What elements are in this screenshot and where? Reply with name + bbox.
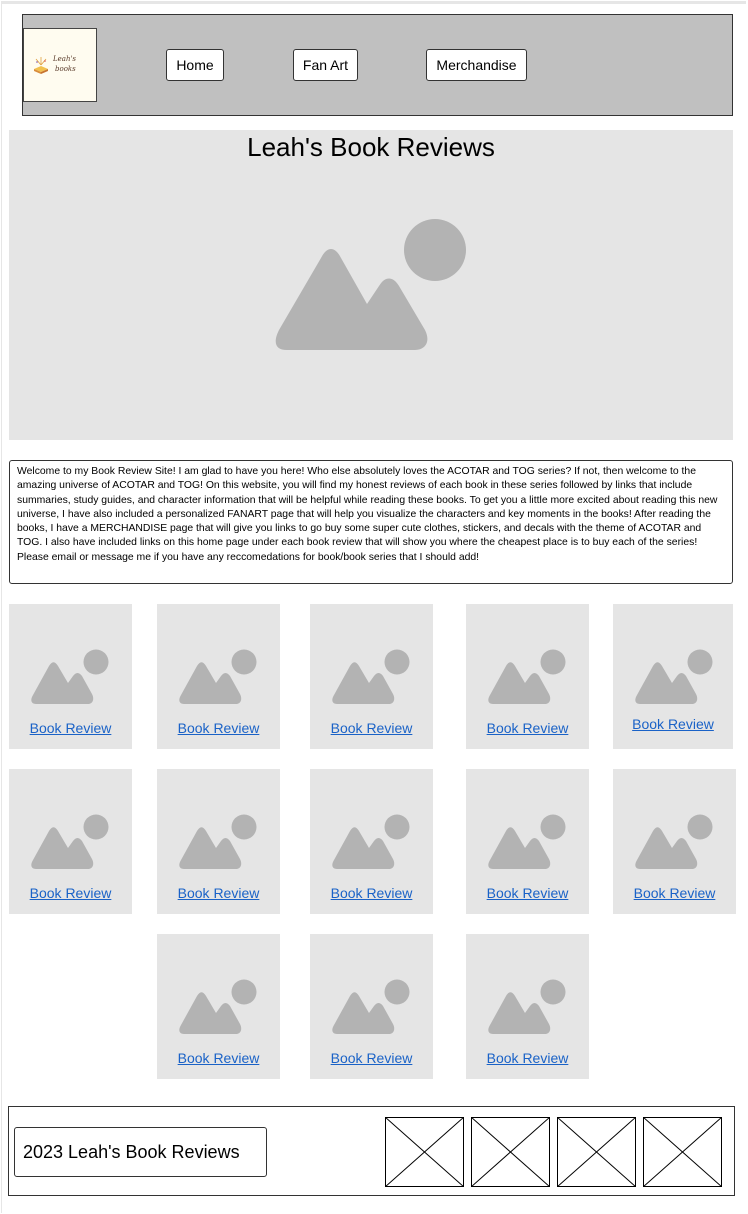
book-review-link[interactable]: Book Review xyxy=(157,885,280,901)
book-review-link[interactable]: Book Review xyxy=(310,720,433,736)
book-image-placeholder-icon xyxy=(488,814,566,869)
book-image-placeholder-icon xyxy=(488,649,566,704)
book-review-card: Book Review xyxy=(157,604,280,749)
book-review-card: Book Review xyxy=(310,604,433,749)
book-review-link[interactable]: Book Review xyxy=(613,885,736,901)
hero-image-placeholder-icon xyxy=(275,219,466,350)
book-image-placeholder-icon xyxy=(332,649,410,704)
book-image-placeholder-icon xyxy=(179,649,257,704)
book-image-placeholder-icon xyxy=(179,979,257,1034)
book-review-link[interactable]: Book Review xyxy=(613,716,733,732)
book-image-placeholder-icon xyxy=(635,814,713,869)
footer-social-icon-4[interactable] xyxy=(643,1117,722,1187)
book-image-placeholder-icon xyxy=(179,814,257,869)
book-review-card: Book Review xyxy=(466,934,589,1079)
logo-text-line1: Leah's xyxy=(52,55,76,63)
book-image-placeholder-icon xyxy=(332,979,410,1034)
book-review-card: Book Review xyxy=(157,934,280,1079)
book-review-card: Book Review xyxy=(310,769,433,914)
footer-social-icon-1[interactable] xyxy=(385,1117,464,1187)
book-review-card: Book Review xyxy=(613,604,733,749)
welcome-text-box: Welcome to my Book Review Site! I am gla… xyxy=(9,460,733,584)
book-review-link[interactable]: Book Review xyxy=(9,720,132,736)
site-header: Leah's books Home Fan Art Merchandise xyxy=(22,14,733,116)
page-title: Leah's Book Reviews xyxy=(247,132,495,162)
logo-text-line2: books xyxy=(55,65,76,73)
book-review-link[interactable]: Book Review xyxy=(310,885,433,901)
book-image-placeholder-icon xyxy=(635,649,713,704)
site-logo[interactable]: Leah's books xyxy=(23,28,97,102)
book-review-card: Book Review xyxy=(9,604,132,749)
book-review-link[interactable]: Book Review xyxy=(466,1050,589,1066)
book-review-card: Book Review xyxy=(157,769,280,914)
nav-home-button[interactable]: Home xyxy=(166,49,224,81)
book-image-placeholder-icon xyxy=(332,814,410,869)
nav-merchandise-button[interactable]: Merchandise xyxy=(426,49,527,81)
footer-social-icon-3[interactable] xyxy=(557,1117,636,1187)
book-review-link[interactable]: Book Review xyxy=(466,720,589,736)
book-image-placeholder-icon xyxy=(31,649,109,704)
book-image-placeholder-icon xyxy=(31,814,109,869)
book-review-link[interactable]: Book Review xyxy=(466,885,589,901)
book-review-card: Book Review xyxy=(613,769,736,914)
footer-copyright: 2023 Leah's Book Reviews xyxy=(14,1127,267,1177)
book-review-card: Book Review xyxy=(310,934,433,1079)
book-review-card: Book Review xyxy=(9,769,132,914)
book-review-link[interactable]: Book Review xyxy=(157,720,280,736)
book-logo-icon: Leah's books xyxy=(34,55,76,74)
book-review-card: Book Review xyxy=(466,769,589,914)
book-image-placeholder-icon xyxy=(488,979,566,1034)
nav-fan-art-button[interactable]: Fan Art xyxy=(293,49,358,81)
book-review-card: Book Review xyxy=(466,604,589,749)
book-review-link[interactable]: Book Review xyxy=(310,1050,433,1066)
book-review-link[interactable]: Book Review xyxy=(9,885,132,901)
footer-social-icon-2[interactable] xyxy=(471,1117,550,1187)
book-review-link[interactable]: Book Review xyxy=(157,1050,280,1066)
site-footer: 2023 Leah's Book Reviews xyxy=(8,1106,735,1196)
hero-banner: Leah's Book Reviews xyxy=(9,130,733,440)
